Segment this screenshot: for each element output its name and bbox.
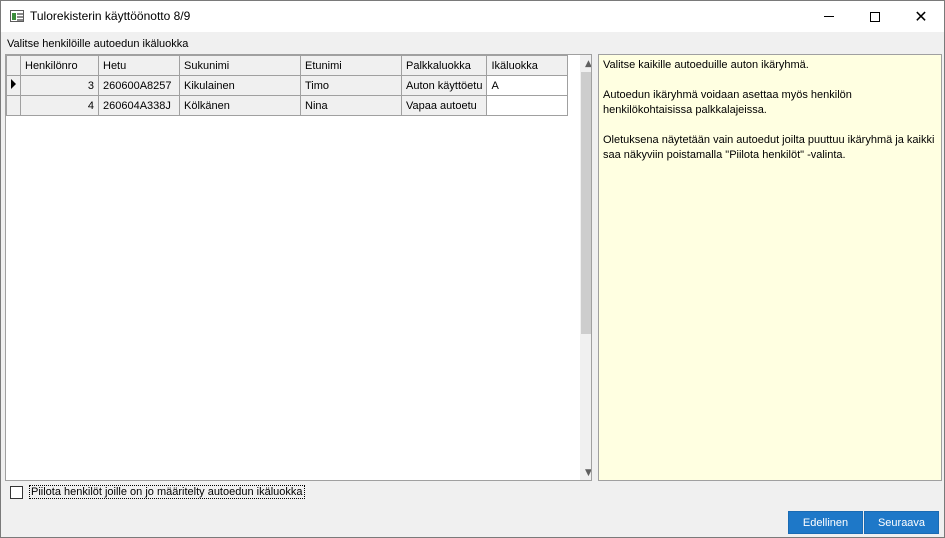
cell-palkkaluokka[interactable]: Vapaa autoetu	[400, 95, 488, 116]
cell-etunimi[interactable]: Timo	[300, 75, 402, 96]
close-icon: ✕	[914, 6, 928, 26]
scroll-down-button[interactable]: ▼	[580, 464, 592, 480]
help-text-2: Autoedun ikäryhmä voidaan asettaa myös h…	[603, 89, 852, 116]
cell-hetu[interactable]: 260604A338J	[98, 95, 180, 116]
column-header-hetu[interactable]: Hetu	[98, 55, 180, 76]
minimize-button[interactable]	[806, 1, 852, 32]
maximize-icon	[870, 11, 880, 22]
row-indicator	[6, 95, 21, 116]
current-row-indicator	[6, 75, 21, 96]
cell-henkilonro[interactable]: 4	[20, 95, 99, 116]
column-header-sukunimi[interactable]: Sukunimi	[179, 55, 301, 76]
column-header-henkilonro[interactable]: Henkilönro	[20, 55, 99, 76]
scrollbar-thumb[interactable]	[581, 72, 591, 334]
section-label: Valitse henkilöille autoedun ikäluokka	[7, 38, 189, 50]
hide-persons-option[interactable]: Piilota henkilöt joille on jo määritelty…	[10, 485, 305, 499]
title-bar: Tulorekisterin käyttöönotto 8/9 ✕	[1, 1, 944, 32]
help-text-3: Oletuksena näytetään vain autoedut joilt…	[603, 134, 935, 161]
chevron-up-icon: ▲	[585, 58, 592, 69]
previous-button[interactable]: Edellinen	[788, 511, 863, 534]
cell-hetu[interactable]: 260600A8257	[98, 75, 180, 96]
cell-sukunimi[interactable]: Kölkänen	[179, 95, 301, 116]
cell-palkkaluokka[interactable]: Auton käyttöetu	[400, 75, 488, 96]
minimize-icon	[824, 16, 834, 17]
row-pointer-icon	[11, 79, 16, 89]
grid-table: Henkilönro Hetu Sukunimi Etunimi Palkkal…	[6, 55, 569, 116]
help-panel: Valitse kaikille autoeduille auton ikäry…	[598, 54, 942, 481]
cell-ikaluokka[interactable]: A	[486, 75, 569, 96]
help-text-1: Valitse kaikille autoeduille auton ikäry…	[603, 59, 809, 71]
scroll-up-button[interactable]: ▲	[580, 55, 592, 72]
cell-ikaluokka[interactable]	[486, 95, 569, 116]
close-button[interactable]: ✕	[898, 1, 944, 32]
grid-header-row: Henkilönro Hetu Sukunimi Etunimi Palkkal…	[6, 55, 569, 76]
table-row[interactable]: 4 260604A338J Kölkänen Nina Vapaa autoet…	[6, 95, 569, 116]
column-header-palkkaluokka[interactable]: Palkkaluokka	[400, 55, 488, 76]
column-header-ikaluokka[interactable]: Ikäluokka	[486, 55, 569, 76]
cell-sukunimi[interactable]: Kikulainen	[179, 75, 301, 96]
data-grid[interactable]: Henkilönro Hetu Sukunimi Etunimi Palkkal…	[5, 54, 592, 481]
table-row[interactable]: 3 260600A8257 Kikulainen Timo Auton käyt…	[6, 75, 569, 96]
row-indicator-header	[6, 55, 21, 76]
cell-henkilonro[interactable]: 3	[20, 75, 99, 96]
maximize-button[interactable]	[852, 1, 898, 32]
app-window: Tulorekisterin käyttöönotto 8/9 ✕ Valits…	[0, 0, 945, 538]
vertical-scrollbar[interactable]: ▲ ▼	[580, 55, 592, 480]
app-icon	[10, 10, 24, 22]
column-header-etunimi[interactable]: Etunimi	[300, 55, 402, 76]
chevron-down-icon: ▼	[585, 467, 592, 478]
next-button[interactable]: Seuraava	[864, 511, 939, 534]
hide-persons-checkbox[interactable]	[10, 485, 23, 499]
hide-persons-label[interactable]: Piilota henkilöt joille on jo määritelty…	[29, 485, 305, 499]
window-title: Tulorekisterin käyttöönotto 8/9	[30, 9, 191, 23]
cell-etunimi[interactable]: Nina	[300, 95, 402, 116]
